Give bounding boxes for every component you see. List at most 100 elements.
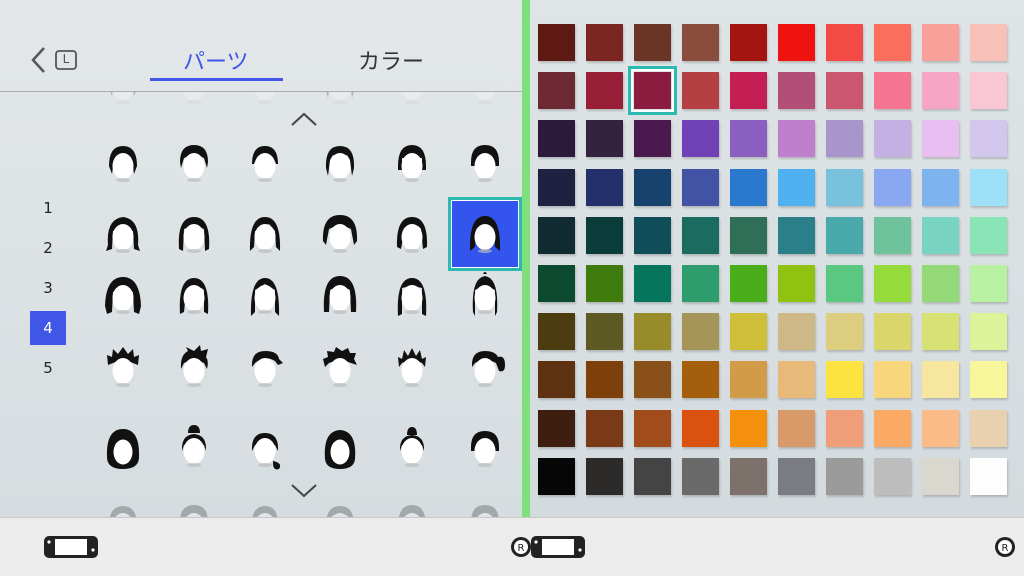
color-swatch[interactable] bbox=[826, 361, 863, 398]
color-swatch[interactable] bbox=[970, 120, 1007, 157]
hair-style-bob-bangs[interactable] bbox=[88, 128, 158, 198]
color-swatch[interactable] bbox=[682, 24, 719, 61]
color-swatch[interactable] bbox=[826, 120, 863, 157]
hair-style-medium-wavy[interactable] bbox=[88, 199, 158, 269]
color-swatch[interactable] bbox=[634, 169, 671, 206]
hair-style-long-middle[interactable] bbox=[230, 260, 300, 330]
page-2[interactable]: 2 bbox=[30, 231, 66, 265]
color-swatch[interactable] bbox=[586, 72, 623, 109]
color-swatch[interactable] bbox=[970, 458, 1007, 495]
color-swatch[interactable] bbox=[682, 265, 719, 302]
color-swatch[interactable] bbox=[586, 313, 623, 350]
color-swatch[interactable] bbox=[538, 72, 575, 109]
color-swatch[interactable] bbox=[538, 313, 575, 350]
color-swatch[interactable] bbox=[922, 410, 959, 447]
color-swatch[interactable] bbox=[538, 361, 575, 398]
color-swatch[interactable] bbox=[778, 169, 815, 206]
color-swatch[interactable] bbox=[922, 265, 959, 302]
color-swatch[interactable] bbox=[730, 169, 767, 206]
tab-color[interactable]: カラー bbox=[358, 44, 424, 76]
color-swatch[interactable] bbox=[682, 120, 719, 157]
hair-style-short-spiky-top[interactable] bbox=[88, 333, 158, 403]
color-swatch[interactable] bbox=[730, 410, 767, 447]
color-swatch[interactable] bbox=[730, 265, 767, 302]
page-5[interactable]: 5 bbox=[30, 351, 66, 385]
color-swatch[interactable] bbox=[874, 72, 911, 109]
scroll-up-arrow-icon[interactable] bbox=[289, 111, 319, 127]
color-swatch[interactable] bbox=[778, 410, 815, 447]
color-swatch[interactable] bbox=[826, 217, 863, 254]
color-swatch[interactable] bbox=[634, 458, 671, 495]
tab-parts[interactable]: パーツ bbox=[183, 44, 249, 76]
color-swatch[interactable] bbox=[586, 361, 623, 398]
color-swatch[interactable] bbox=[874, 24, 911, 61]
color-swatch[interactable] bbox=[586, 217, 623, 254]
color-swatch[interactable] bbox=[778, 120, 815, 157]
hair-style-medium-long-selected[interactable] bbox=[448, 197, 522, 271]
hair-style-long-sidepart[interactable] bbox=[159, 260, 229, 330]
color-swatch[interactable] bbox=[586, 410, 623, 447]
color-swatch[interactable] bbox=[874, 265, 911, 302]
color-swatch[interactable] bbox=[634, 361, 671, 398]
color-swatch[interactable] bbox=[922, 120, 959, 157]
hair-style-short-ponytail[interactable] bbox=[450, 333, 520, 403]
color-swatch[interactable] bbox=[922, 361, 959, 398]
color-swatch[interactable] bbox=[730, 217, 767, 254]
color-swatch[interactable] bbox=[778, 458, 815, 495]
hair-style-round-pin[interactable] bbox=[305, 413, 375, 483]
color-swatch[interactable] bbox=[730, 313, 767, 350]
color-swatch[interactable] bbox=[874, 313, 911, 350]
scroll-down-arrow-icon[interactable] bbox=[289, 483, 319, 499]
color-swatch[interactable] bbox=[730, 361, 767, 398]
color-swatch[interactable] bbox=[682, 72, 719, 109]
color-swatch[interactable] bbox=[682, 169, 719, 206]
color-swatch[interactable] bbox=[634, 265, 671, 302]
hair-style-short-spiky-side[interactable] bbox=[159, 333, 229, 403]
color-swatch[interactable] bbox=[778, 265, 815, 302]
color-swatch[interactable] bbox=[634, 410, 671, 447]
color-swatch[interactable] bbox=[922, 24, 959, 61]
color-swatch[interactable] bbox=[826, 72, 863, 109]
hair-style-short-spikes[interactable] bbox=[377, 333, 447, 403]
hair-style-bob-rounded[interactable] bbox=[230, 128, 300, 198]
page-3[interactable]: 3 bbox=[30, 271, 66, 305]
color-swatch[interactable] bbox=[922, 217, 959, 254]
color-swatch[interactable] bbox=[970, 410, 1007, 447]
hair-style-bob-pageboy[interactable] bbox=[377, 128, 447, 198]
color-swatch[interactable] bbox=[826, 313, 863, 350]
color-swatch[interactable] bbox=[922, 313, 959, 350]
hair-style-short-messy[interactable] bbox=[305, 333, 375, 403]
hair-style-bob-short[interactable] bbox=[159, 128, 229, 198]
color-swatch[interactable] bbox=[682, 458, 719, 495]
color-swatch[interactable] bbox=[634, 313, 671, 350]
color-swatch[interactable] bbox=[826, 24, 863, 61]
color-swatch[interactable] bbox=[538, 169, 575, 206]
color-swatch[interactable] bbox=[970, 313, 1007, 350]
color-swatch[interactable] bbox=[970, 72, 1007, 109]
hair-style-side-bun[interactable] bbox=[230, 413, 300, 483]
color-swatch[interactable] bbox=[874, 458, 911, 495]
color-swatch[interactable] bbox=[538, 265, 575, 302]
color-swatch[interactable] bbox=[778, 24, 815, 61]
color-swatch[interactable] bbox=[586, 458, 623, 495]
hair-style-bob-straight-bangs[interactable] bbox=[450, 128, 520, 198]
hair-style-long-tied[interactable] bbox=[450, 260, 520, 330]
color-swatch[interactable] bbox=[970, 217, 1007, 254]
color-swatch[interactable] bbox=[778, 72, 815, 109]
color-swatch[interactable] bbox=[778, 217, 815, 254]
color-swatch[interactable] bbox=[730, 458, 767, 495]
color-swatch[interactable] bbox=[682, 361, 719, 398]
color-swatch[interactable] bbox=[628, 66, 677, 115]
color-swatch[interactable] bbox=[634, 217, 671, 254]
color-swatch[interactable] bbox=[634, 24, 671, 61]
color-swatch[interactable] bbox=[922, 169, 959, 206]
color-swatch[interactable] bbox=[682, 410, 719, 447]
hair-style-topknot[interactable] bbox=[377, 413, 447, 483]
color-swatch[interactable] bbox=[970, 265, 1007, 302]
color-swatch[interactable] bbox=[538, 458, 575, 495]
hair-style-long-wild[interactable] bbox=[88, 260, 158, 330]
color-swatch[interactable] bbox=[922, 458, 959, 495]
color-swatch[interactable] bbox=[586, 265, 623, 302]
color-swatch[interactable] bbox=[970, 24, 1007, 61]
color-swatch[interactable] bbox=[826, 410, 863, 447]
